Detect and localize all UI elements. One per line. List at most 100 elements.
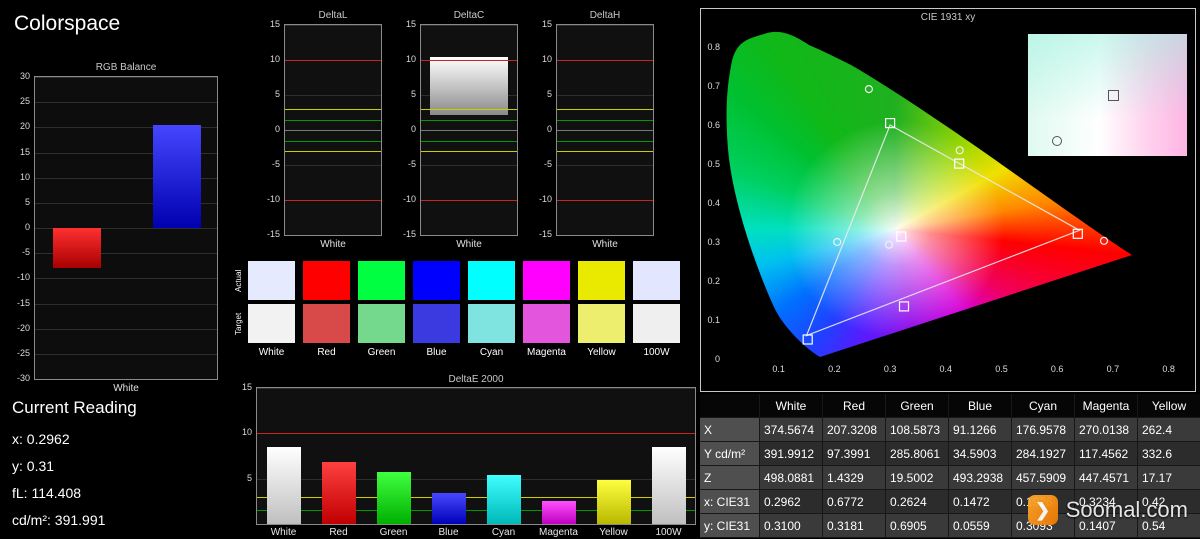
swatch-col-label: White bbox=[258, 347, 285, 358]
delta-gridline bbox=[421, 25, 517, 26]
swatch-col-label: Magenta bbox=[527, 347, 566, 358]
table-cell: 17.17 bbox=[1138, 466, 1200, 490]
table-row: Z 498.0881 1.4329 19.5002 493.2938 457.5909 44… bbox=[700, 466, 1200, 490]
chart-delta_h: DeltaH 15 10 5 0 -5 -10 -15 White bbox=[534, 10, 658, 250]
table-row: X 374.5674 207.3208 108.5873 91.1266 176.9578… bbox=[700, 418, 1200, 442]
chart-xlabel: White bbox=[592, 239, 618, 250]
current-reading-title: Current Reading bbox=[12, 398, 137, 417]
gamut-triangle bbox=[805, 124, 1081, 337]
table-header-row: White Red Green Blue Cyan Magenta Yellow bbox=[700, 394, 1200, 418]
chart-xlabel: White bbox=[320, 239, 346, 250]
cie-1931-panel: CIE 1931 xy 0.1 0.2 0.3 0.4 0.5 0.6 0.7 0.8 0 0.1… bbox=[700, 8, 1196, 392]
reading-value: y: 0.31 bbox=[12, 458, 55, 474]
table-cell: 0.3100 bbox=[760, 514, 823, 538]
soomal-logo-icon: ❯ bbox=[1027, 495, 1058, 525]
ref-line bbox=[421, 151, 517, 152]
table-row: Y cd/m² 391.9912 97.3991 285.8061 34.5903 284… bbox=[700, 442, 1200, 466]
table-cell: 498.0881 bbox=[760, 466, 823, 490]
table-cell: 332.6 bbox=[1138, 442, 1200, 466]
table-cell: 19.5002 bbox=[886, 466, 949, 490]
cie-ytick-label: 0.4 bbox=[707, 198, 720, 208]
delta-yaxis: 15 10 5 0 -5 -10 -15 bbox=[262, 19, 284, 239]
ref-line bbox=[285, 60, 381, 61]
chart-title: DeltaC bbox=[453, 10, 485, 21]
deltae-category-label: Green bbox=[379, 527, 408, 538]
swatch-target-blue bbox=[413, 304, 460, 343]
rgb-ytick-label: 0 bbox=[24, 222, 30, 232]
delta-ytick-label: -5 bbox=[271, 159, 280, 169]
row-label: y: CIE31 bbox=[700, 514, 760, 538]
delta-plot-area bbox=[284, 24, 382, 236]
chart-delta_l: DeltaL 15 10 5 0 -5 -10 -15 White bbox=[262, 10, 386, 250]
ref-line bbox=[257, 433, 695, 435]
swatch-actual-green bbox=[358, 261, 405, 300]
deltae-2000-plot-area bbox=[256, 387, 696, 525]
table-cell: 207.3208 bbox=[823, 418, 886, 442]
rgb-balance-chart: RGB Balance 30 25 20 15 10 5 0 -5 -10 -15 -20 -25 -3… bbox=[8, 62, 224, 394]
reference-circle-marker bbox=[1099, 236, 1109, 245]
delta-ytick-label: 15 bbox=[269, 19, 280, 29]
table-cell: 493.2938 bbox=[949, 466, 1012, 490]
rgb-gridline bbox=[35, 379, 217, 380]
delta-ytick-label: 5 bbox=[410, 89, 416, 99]
deltae-2000-body: 15 10 5 bbox=[234, 382, 700, 525]
ref-line bbox=[421, 140, 517, 142]
ref-line bbox=[285, 119, 381, 121]
reference-circle-marker bbox=[884, 240, 894, 249]
rgb-bar-red bbox=[53, 228, 101, 269]
swatch-col-label: Green bbox=[367, 347, 396, 358]
delta-gridline bbox=[285, 235, 381, 236]
watermark: ❯ Soomal.com bbox=[1027, 495, 1188, 525]
swatch-row-label: Actual bbox=[234, 269, 243, 292]
ref-line bbox=[421, 130, 517, 131]
column-header-green: Green bbox=[886, 394, 949, 418]
delta-ytick-label: 10 bbox=[269, 54, 280, 64]
ref-line bbox=[557, 60, 653, 61]
ref-line bbox=[421, 60, 517, 61]
ref-line bbox=[421, 119, 517, 121]
deltae-category-label: White bbox=[270, 527, 297, 538]
table-cell: 0.1472 bbox=[949, 490, 1012, 514]
table-cell: 457.5909 bbox=[1012, 466, 1075, 490]
cie-ytick-label: 0.6 bbox=[707, 120, 720, 130]
delta-ytick-label: 5 bbox=[546, 89, 552, 99]
table-cell: 97.3991 bbox=[823, 442, 886, 466]
ref-line bbox=[285, 140, 381, 142]
delta-ytick-label: -15 bbox=[538, 229, 552, 239]
cie-xtick-label: 0.2 bbox=[828, 364, 841, 374]
swatch-target-magenta bbox=[523, 304, 570, 343]
cie-xtick-label: 0.4 bbox=[939, 364, 953, 374]
deltae-gridline bbox=[257, 388, 695, 389]
delta-ytick-label: -5 bbox=[543, 159, 552, 169]
swatch-actual-white bbox=[248, 261, 295, 300]
current-reading: Current Reading x: 0.2962 y: 0.31 fL: 114.… bbox=[12, 398, 137, 534]
cie-ytick-label: 0.1 bbox=[707, 315, 720, 325]
color-swatch-panel: Actual Target White Red Green Blue Cyan Magenta… bbox=[234, 261, 696, 358]
delta-gridline bbox=[285, 25, 381, 26]
table-cell: 117.4562 bbox=[1075, 442, 1138, 466]
table-cell: 1.4329 bbox=[823, 466, 886, 490]
ref-line bbox=[557, 130, 653, 131]
cie-xtick-label: 0.5 bbox=[995, 364, 1008, 374]
delta-ytick-label: -5 bbox=[407, 159, 416, 169]
reference-circle-marker bbox=[833, 237, 842, 247]
rgb-balance-yaxis: 30 25 20 15 10 5 0 -5 -10 -15 -20 -25 -30 bbox=[8, 71, 34, 383]
ref-line bbox=[557, 151, 653, 152]
cie-white-zoom-inset bbox=[1028, 34, 1187, 156]
delta-ytick-label: -10 bbox=[538, 194, 552, 204]
swatch-row-label: Target bbox=[234, 312, 243, 335]
deltae-category-label: Magenta bbox=[539, 527, 578, 538]
ref-line bbox=[557, 119, 653, 121]
cie-ytick-label: 0 bbox=[714, 354, 720, 364]
reading-value: x: 0.2962 bbox=[12, 431, 70, 447]
delta-ytick-label: 0 bbox=[274, 124, 280, 134]
chart-title: DeltaH bbox=[589, 10, 621, 21]
deltae-bar-100w bbox=[652, 446, 686, 524]
inset-square-marker bbox=[1107, 90, 1119, 102]
colorspace-app: Colorspace RGB Balance 30 25 20 15 10 5 0 -5 -10… bbox=[0, 0, 1200, 539]
deltae-ytick-label: 5 bbox=[246, 472, 252, 483]
deltae-bar-green bbox=[377, 472, 411, 524]
deltae-2000-title: DeltaE 2000 bbox=[448, 374, 504, 385]
swatch-col-label: Blue bbox=[426, 347, 447, 358]
delta-ytick-label: 5 bbox=[274, 89, 280, 99]
